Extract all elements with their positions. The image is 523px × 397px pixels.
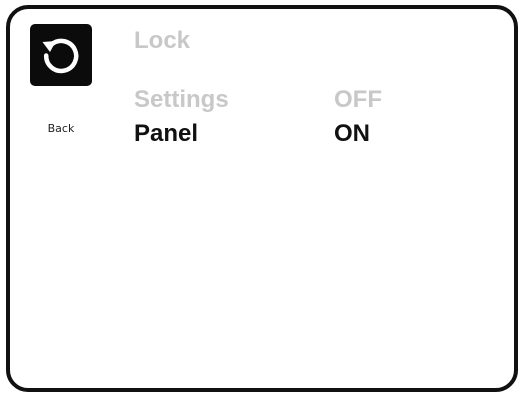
menu-item-value: OFF (334, 86, 382, 113)
menu-item-label: Settings (134, 86, 229, 113)
menu-item-settings[interactable]: Settings OFF (134, 86, 464, 118)
menu-item-label: Panel (134, 120, 199, 147)
back-label: Back (47, 122, 75, 135)
lock-screen: Back Lock Settings OFF Panel ON (6, 5, 518, 392)
back-button[interactable]: Back (30, 24, 92, 135)
back-arrow-icon (30, 24, 92, 86)
menu-item-panel[interactable]: Panel ON (134, 120, 464, 152)
menu-item-value: ON (334, 120, 370, 147)
page-title: Lock (134, 27, 191, 54)
